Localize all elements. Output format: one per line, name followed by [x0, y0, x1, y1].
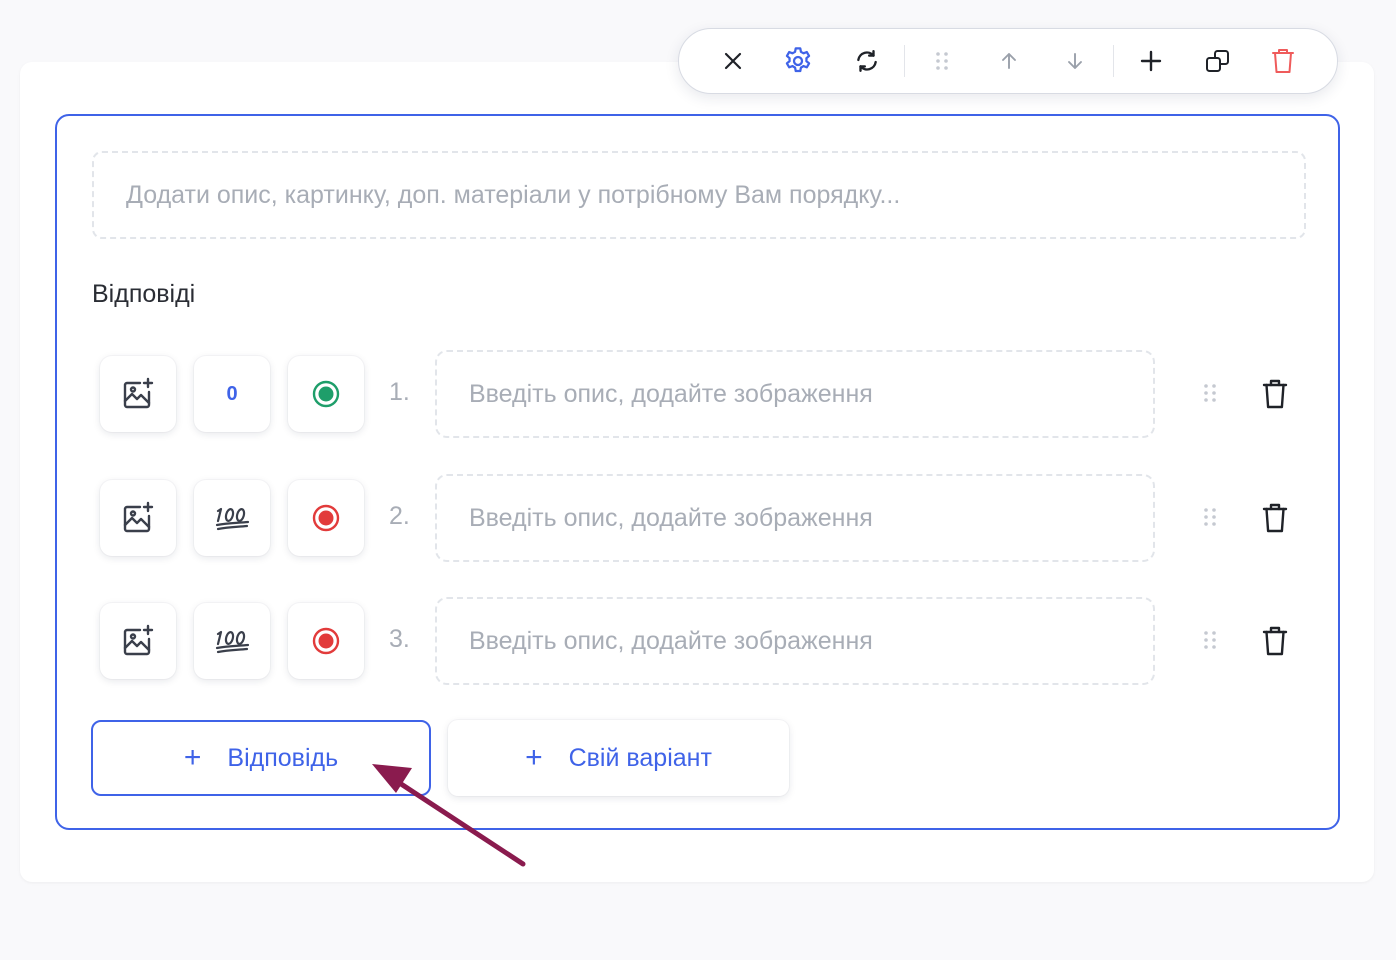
answers-title: Відповіді: [92, 280, 196, 308]
correct-toggle[interactable]: [288, 356, 364, 432]
add-own-variant-button[interactable]: + Свій варіант: [448, 720, 789, 796]
trash-icon[interactable]: [1257, 623, 1293, 659]
add-image-icon: [123, 377, 154, 409]
answer-row: 0 1. Введіть опис, додайте зображення: [57, 350, 1338, 444]
100-icon: [215, 630, 250, 654]
correct-toggle[interactable]: [288, 480, 364, 556]
add-image-button[interactable]: [100, 480, 176, 556]
plus-icon[interactable]: [1133, 43, 1169, 79]
drag-dots-icon[interactable]: [1195, 502, 1225, 532]
add-image-icon: [123, 624, 154, 656]
arrow-down-icon[interactable]: [1057, 43, 1093, 79]
refresh-icon[interactable]: [849, 43, 885, 79]
duplicate-icon[interactable]: [1200, 43, 1236, 79]
score-button[interactable]: [194, 480, 270, 556]
close-icon[interactable]: [715, 43, 751, 79]
trash-icon[interactable]: [1265, 43, 1301, 79]
score-button[interactable]: [194, 603, 270, 679]
question-editor: Додати опис, картинку, доп. матеріали у …: [55, 114, 1340, 830]
trash-icon[interactable]: [1257, 376, 1293, 412]
drag-dots-icon[interactable]: [1195, 378, 1225, 408]
toolbar-divider: [904, 45, 905, 77]
100-icon: [215, 507, 250, 531]
correct-toggle[interactable]: [288, 603, 364, 679]
answer-number: 2.: [389, 502, 410, 530]
answer-placeholder: Введіть опис, додайте зображення: [469, 626, 873, 655]
score-button[interactable]: 0: [194, 356, 270, 432]
add-image-button[interactable]: [100, 356, 176, 432]
answer-placeholder: Введіть опис, додайте зображення: [469, 379, 873, 408]
answer-number: 3.: [389, 625, 410, 653]
drag-dots-icon[interactable]: [1195, 625, 1225, 655]
add-own-label: Свій варіант: [568, 743, 712, 772]
page: Додати опис, картинку, доп. матеріали у …: [0, 0, 1396, 960]
add-image-icon: [123, 501, 154, 533]
drag-dots-icon[interactable]: [924, 43, 960, 79]
add-answer-button[interactable]: + Відповідь: [91, 720, 431, 796]
answer-input[interactable]: Введіть опис, додайте зображення: [435, 597, 1155, 685]
toolbar-divider: [1113, 45, 1114, 77]
arrow-up-icon[interactable]: [991, 43, 1027, 79]
question-toolbar: [678, 28, 1338, 94]
add-image-button[interactable]: [100, 603, 176, 679]
answer-input[interactable]: Введіть опис, додайте зображення: [435, 474, 1155, 562]
answer-row: 3. Введіть опис, додайте зображення: [57, 597, 1338, 691]
score-value: 0: [226, 382, 238, 405]
answer-input[interactable]: Введіть опис, додайте зображення: [435, 350, 1155, 438]
gear-icon[interactable]: [780, 43, 816, 79]
trash-icon[interactable]: [1257, 500, 1293, 536]
incorrect-radio-icon: [312, 627, 340, 655]
description-input[interactable]: Додати опис, картинку, доп. матеріали у …: [92, 151, 1306, 239]
answer-number: 1.: [389, 378, 410, 406]
incorrect-radio-icon: [312, 504, 340, 532]
answer-row: 2. Введіть опис, додайте зображення: [57, 474, 1338, 568]
add-answer-label: Відповідь: [227, 743, 339, 772]
description-placeholder: Додати опис, картинку, доп. матеріали у …: [126, 180, 901, 209]
plus-icon: +: [525, 741, 543, 774]
correct-radio-icon: [312, 380, 340, 408]
answer-placeholder: Введіть опис, додайте зображення: [469, 503, 873, 532]
plus-icon: +: [183, 741, 202, 774]
